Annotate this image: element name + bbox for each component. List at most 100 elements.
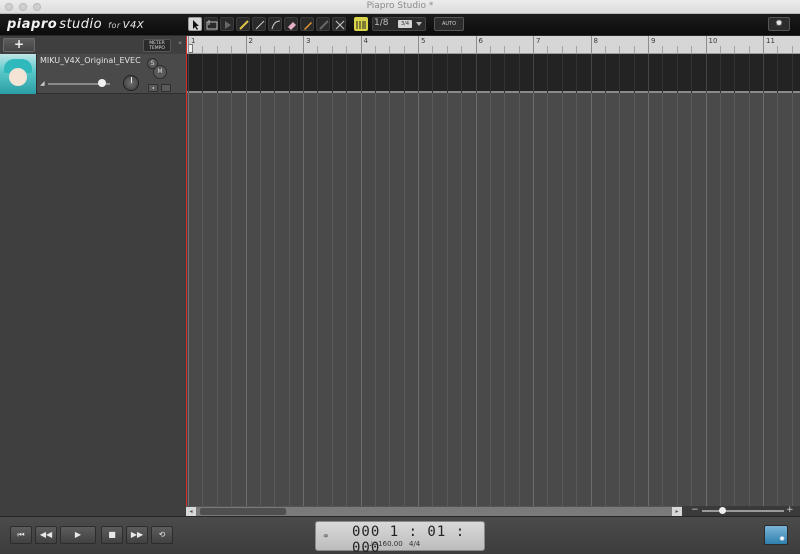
go-to-start-button[interactable]: ⏮: [10, 526, 32, 544]
track-expand-button[interactable]: [161, 84, 171, 92]
collapse-panel-icon[interactable]: «: [178, 39, 182, 47]
horizontal-scrollbar[interactable]: ◂ ▸: [186, 506, 682, 516]
meter-value[interactable]: 4/4: [409, 540, 420, 548]
beat-grid-line: [719, 54, 721, 506]
beat-tick: [432, 46, 434, 53]
bar-grid-line: [418, 54, 419, 506]
lane-grid-line: [245, 54, 247, 93]
beat-tick: [748, 46, 750, 53]
quantize-value: 1/8: [374, 18, 389, 28]
beat-grid-line: [576, 54, 578, 506]
singer-avatar[interactable]: [0, 54, 37, 94]
beat-tick: [619, 46, 621, 53]
timeline-ruler[interactable]: 1 2 3 4 5 6 7 8 9 10 11: [186, 36, 800, 54]
beat-tick: [288, 46, 290, 53]
track-editor-area[interactable]: [186, 54, 800, 506]
tempo-value[interactable]: ♩=160.00: [369, 540, 403, 548]
beat-tick: [777, 46, 779, 53]
lane-grid-line: [705, 54, 707, 93]
lane-grid-line: [288, 54, 290, 93]
track-option-button[interactable]: ◂: [148, 84, 158, 92]
bar-grid-line: [705, 54, 707, 506]
cut-tool-button[interactable]: [332, 17, 346, 31]
zoom-slider-thumb[interactable]: [719, 507, 726, 514]
nudge-icon: [225, 21, 231, 29]
lane-grid-line: [346, 54, 348, 93]
lane-grid-line: [619, 54, 621, 93]
bar-number-label: 4: [363, 37, 368, 45]
scroll-right-arrow[interactable]: ▸: [672, 507, 682, 516]
beat-grid-line: [259, 54, 261, 506]
beat-grid-line: [691, 54, 693, 506]
beat-tick: [576, 46, 578, 53]
cross-icon: [335, 20, 345, 30]
chevron-down-icon[interactable]: [416, 22, 422, 26]
loop-button[interactable]: ⟲: [151, 526, 173, 544]
lane-grid-line: [748, 54, 750, 93]
beat-grid-line: [619, 54, 621, 506]
snap-grid-toggle[interactable]: [354, 17, 368, 31]
avatar-face: [9, 68, 27, 86]
link-icon[interactable]: ⚭: [322, 532, 330, 542]
bar-number-label: 6: [478, 37, 483, 45]
lane-grid-line: [676, 54, 678, 93]
lane-grid-line: [604, 54, 606, 93]
pen-tool-button[interactable]: [300, 17, 314, 31]
bar-tick: [303, 36, 304, 53]
add-track-button[interactable]: +: [3, 38, 35, 52]
lane-grid-line: [188, 54, 189, 93]
beat-tick: [734, 46, 736, 53]
rewind-button[interactable]: ◀◀: [35, 526, 57, 544]
beat-grid-line: [446, 54, 448, 506]
lane-grid-line: [403, 54, 405, 93]
eraser-tool-button[interactable]: [284, 17, 298, 31]
nudge-tool-button[interactable]: [220, 17, 234, 31]
pencil-tool-button[interactable]: [236, 17, 250, 31]
gear-icon: ✹: [779, 535, 785, 543]
logo-studio: studio: [59, 17, 103, 32]
zoom-out-button[interactable]: −: [691, 505, 699, 515]
bar-grid-line: [188, 54, 189, 506]
lane-grid-line: [461, 54, 463, 93]
line-icon: [255, 20, 265, 30]
fast-forward-button[interactable]: ▶▶: [126, 526, 148, 544]
settings-button[interactable]: ✹: [768, 17, 790, 31]
beat-tick: [259, 46, 261, 53]
line-tool-button[interactable]: [252, 17, 266, 31]
curve-tool-button[interactable]: [268, 17, 282, 31]
track-name[interactable]: MIKU_V4X_Original_EVEC: [40, 56, 141, 65]
knife-tool-button[interactable]: [316, 17, 330, 31]
meter-tempo-button[interactable]: METER TEMPO: [143, 39, 171, 52]
beat-tick: [791, 46, 793, 53]
title-bar: Piapro Studio *: [0, 0, 800, 14]
beat-grid-line: [504, 54, 506, 506]
lane-grid-line: [259, 54, 261, 93]
bar-grid-line: [648, 54, 649, 506]
zoom-slider[interactable]: [702, 510, 784, 512]
stop-button[interactable]: ■: [101, 526, 123, 544]
position-display[interactable]: ⚭ 000 1 : 01 : 000 ♩=160.00 4/4: [315, 521, 485, 554]
play-button[interactable]: ▶: [60, 526, 96, 544]
beat-grid-line: [274, 54, 276, 506]
range-select-tool-button[interactable]: [204, 17, 218, 31]
mute-button[interactable]: M: [153, 65, 167, 79]
track-lane[interactable]: [186, 54, 800, 93]
beat-tick: [331, 46, 333, 53]
beat-tick: [489, 46, 491, 53]
bar-number-label: 9: [651, 37, 656, 45]
zoom-in-button[interactable]: +: [786, 505, 794, 515]
pointer-tool-button[interactable]: [188, 17, 202, 31]
pan-knob[interactable]: [123, 75, 139, 91]
pointer-icon: [193, 20, 199, 30]
track-header[interactable]: MIKU_V4X_Original_EVEC S M ◢ ◂: [0, 54, 186, 94]
auto-scroll-button[interactable]: AUTO: [434, 17, 464, 31]
lane-grid-line: [576, 54, 578, 93]
lane-grid-line: [633, 54, 635, 93]
lane-grid-line: [662, 54, 664, 93]
scroll-left-arrow[interactable]: ◂: [186, 507, 196, 516]
beat-tick: [604, 46, 606, 53]
horizontal-scroll-thumb[interactable]: [200, 508, 286, 515]
mixer-button[interactable]: ✹: [764, 525, 788, 545]
bar-number-label: 10: [708, 37, 718, 45]
volume-slider-thumb[interactable]: [98, 79, 106, 87]
